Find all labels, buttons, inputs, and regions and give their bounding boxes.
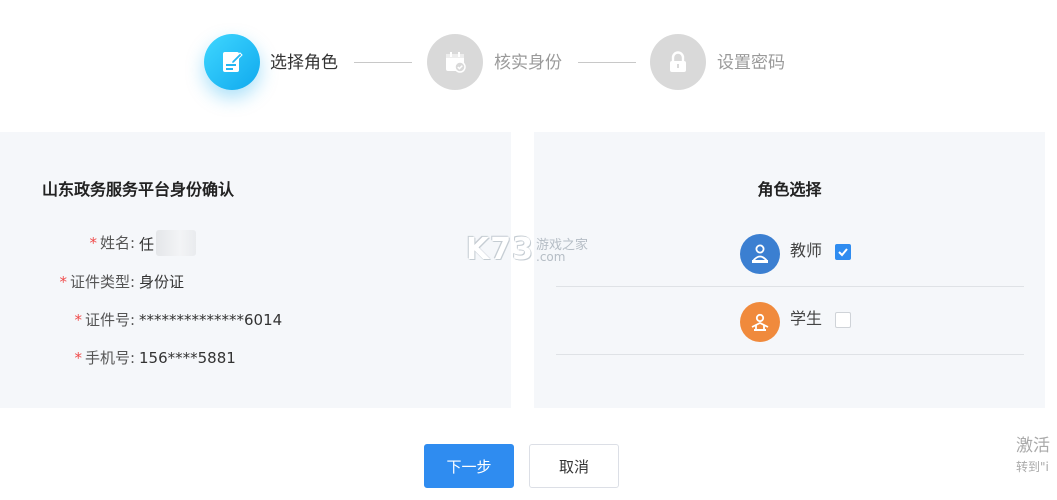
identity-panel: 山东政务服务平台身份确认 * 姓名: 任 * 证件类型: 身份证 * 证件号: ***… bbox=[0, 132, 511, 408]
divider bbox=[556, 354, 1024, 355]
field-label: * 证件号: bbox=[74, 311, 135, 329]
step-label-set-password: 设置密码 bbox=[717, 53, 785, 73]
role-label: 学生 bbox=[790, 309, 823, 328]
site-watermark: K73 游戏之家 .com bbox=[466, 232, 589, 267]
field-id-number: * 证件号: **************6014 bbox=[0, 309, 511, 331]
field-label: * 证件类型: bbox=[59, 273, 135, 291]
field-name: * 姓名: 任 bbox=[0, 230, 511, 256]
step-connector bbox=[354, 62, 412, 63]
role-label: 教师 bbox=[790, 241, 823, 260]
windows-activation-watermark: 激活 转到"i bbox=[1016, 436, 1050, 474]
redaction-blur bbox=[156, 230, 197, 256]
calendar-check-icon bbox=[427, 34, 483, 90]
student-checkbox[interactable] bbox=[835, 312, 851, 328]
step-label-select-role: 选择角色 bbox=[270, 53, 338, 73]
next-step-button[interactable]: 下一步 bbox=[424, 444, 514, 488]
role-option-teacher[interactable]: 教师 bbox=[534, 218, 1045, 286]
student-icon bbox=[740, 302, 780, 342]
role-panel: 角色选择 教师 学生 bbox=[534, 132, 1045, 408]
field-phone: * 手机号: 156****5881 bbox=[0, 347, 511, 369]
field-id-type: * 证件类型: 身份证 bbox=[0, 271, 511, 293]
identity-panel-title: 山东政务服务平台身份确认 bbox=[42, 180, 235, 199]
field-value: 任 bbox=[139, 230, 197, 258]
role-panel-title: 角色选择 bbox=[757, 180, 822, 199]
role-option-student[interactable]: 学生 bbox=[534, 287, 1045, 355]
field-value: 156****5881 bbox=[139, 349, 236, 367]
teacher-icon bbox=[740, 234, 780, 274]
field-label: * 手机号: bbox=[74, 349, 135, 367]
document-edit-icon bbox=[204, 34, 260, 90]
cancel-button[interactable]: 取消 bbox=[529, 444, 619, 488]
lock-icon bbox=[650, 34, 706, 90]
step-connector bbox=[578, 62, 636, 63]
field-label: * 姓名: bbox=[89, 234, 135, 252]
field-value: **************6014 bbox=[139, 311, 283, 329]
teacher-checkbox[interactable] bbox=[835, 244, 851, 260]
progress-stepper: 选择角色 核实身份 设置密码 bbox=[0, 0, 1057, 120]
field-value: 身份证 bbox=[139, 273, 185, 291]
step-label-verify-identity: 核实身份 bbox=[494, 53, 562, 73]
